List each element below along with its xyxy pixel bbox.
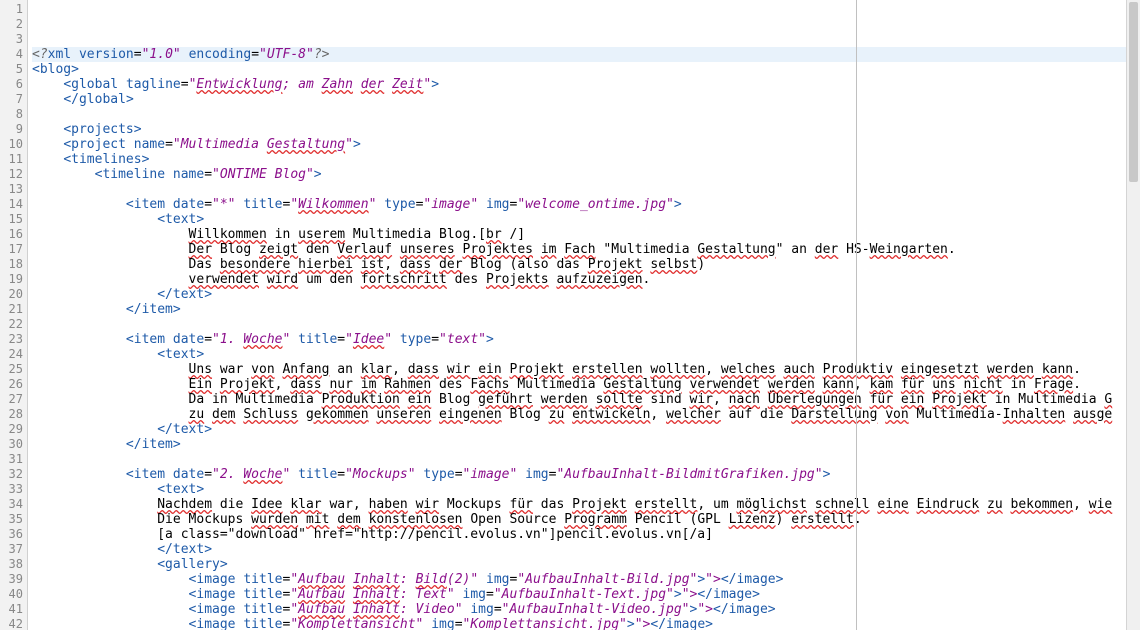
line-number: 28 [0, 407, 23, 422]
code-line[interactable] [32, 452, 1140, 467]
code-line[interactable]: <text> [32, 482, 1140, 497]
line-number: 7 [0, 92, 23, 107]
vertical-scrollbar[interactable] [1126, 0, 1140, 630]
line-number: 12 [0, 167, 23, 182]
code-line[interactable]: Willkommen in userem Multimedia Blog.[br… [32, 227, 1140, 242]
line-number: 38 [0, 557, 23, 572]
code-line[interactable]: Uns war von Anfang an klar, dass wir ein… [32, 362, 1140, 377]
scrollbar-thumb[interactable] [1129, 2, 1138, 182]
code-line[interactable]: Ein Projekt, dass nur im Rahmen des Fach… [32, 377, 1140, 392]
code-line[interactable]: <blog> [32, 62, 1140, 77]
code-line[interactable]: <item date="1. Woche" title="Idee" type=… [32, 332, 1140, 347]
code-line[interactable]: Die Mockups wurden mit dem konstenlosen … [32, 512, 1140, 527]
code-line[interactable]: <gallery> [32, 557, 1140, 572]
line-number: 39 [0, 572, 23, 587]
line-number: 3 [0, 32, 23, 47]
line-number: 1 [0, 2, 23, 17]
line-number: 19 [0, 272, 23, 287]
line-number: 26 [0, 377, 23, 392]
line-number: 20 [0, 287, 23, 302]
line-number: 21 [0, 302, 23, 317]
code-line[interactable]: <item date="2. Woche" title="Mockups" ty… [32, 467, 1140, 482]
code-line[interactable]: [a class="download" href="http://pencil.… [32, 527, 1140, 542]
code-line[interactable]: <?xml version="1.0" encoding="UTF-8"?> [32, 47, 1140, 62]
code-line[interactable]: <text> [32, 212, 1140, 227]
line-number: 33 [0, 482, 23, 497]
line-number: 5 [0, 62, 23, 77]
line-number: 11 [0, 152, 23, 167]
line-number: 37 [0, 542, 23, 557]
line-number: 34 [0, 497, 23, 512]
line-number: 30 [0, 437, 23, 452]
line-number: 4 [0, 47, 23, 62]
code-line[interactable]: Der Blog zeigt den Verlauf unseres Proje… [32, 242, 1140, 257]
code-line[interactable] [32, 182, 1140, 197]
code-line[interactable]: <image title="Aufbau Inhalt: Text" img="… [32, 587, 1140, 602]
code-line[interactable]: <text> [32, 347, 1140, 362]
code-line[interactable]: <projects> [32, 122, 1140, 137]
code-line[interactable]: Nachdem die Idee klar war, haben wir Moc… [32, 497, 1140, 512]
line-number: 25 [0, 362, 23, 377]
code-line[interactable]: Da in Multimedia Produktion ein Blog gef… [32, 392, 1140, 407]
line-number: 9 [0, 122, 23, 137]
code-editor[interactable]: 1234567891011121314151617181920212223242… [0, 0, 1140, 630]
code-line[interactable]: </item> [32, 437, 1140, 452]
code-line[interactable] [32, 107, 1140, 122]
code-line[interactable]: </text> [32, 422, 1140, 437]
code-line[interactable]: <timeline name="ONTIME Blog"> [32, 167, 1140, 182]
line-number: 17 [0, 242, 23, 257]
line-number: 18 [0, 257, 23, 272]
line-number: 40 [0, 587, 23, 602]
code-area[interactable]: <?xml version="1.0" encoding="UTF-8"?><b… [28, 0, 1140, 630]
code-line[interactable]: <image title="Aufbau Inhalt: Video" img=… [32, 602, 1140, 617]
code-line[interactable]: verwendet wird um den fortschritt des Pr… [32, 272, 1140, 287]
code-line[interactable]: <image title="Komplettansicht" img="Komp… [32, 617, 1140, 630]
line-number: 35 [0, 512, 23, 527]
code-line[interactable] [32, 317, 1140, 332]
code-line[interactable]: <timelines> [32, 152, 1140, 167]
line-number: 16 [0, 227, 23, 242]
line-number-gutter: 1234567891011121314151617181920212223242… [0, 0, 28, 630]
line-number: 14 [0, 197, 23, 212]
code-line[interactable]: </text> [32, 287, 1140, 302]
code-line[interactable]: </global> [32, 92, 1140, 107]
code-line[interactable]: </text> [32, 542, 1140, 557]
line-number: 22 [0, 317, 23, 332]
code-line[interactable]: <global tagline="Entwicklung; am Zahn de… [32, 77, 1140, 92]
code-line[interactable]: Das besondere hierbei ist, dass der Blog… [32, 257, 1140, 272]
line-number: 31 [0, 452, 23, 467]
line-number: 36 [0, 527, 23, 542]
line-number: 32 [0, 467, 23, 482]
line-number: 13 [0, 182, 23, 197]
line-number: 6 [0, 77, 23, 92]
code-line[interactable]: <image title="Aufbau Inhalt: Bild(2)" im… [32, 572, 1140, 587]
line-number: 2 [0, 17, 23, 32]
line-number: 10 [0, 137, 23, 152]
line-number: 41 [0, 602, 23, 617]
line-number: 8 [0, 107, 23, 122]
line-number: 27 [0, 392, 23, 407]
line-number: 23 [0, 332, 23, 347]
code-line[interactable]: zu dem Schluss gekommen unseren eingenen… [32, 407, 1140, 422]
line-number: 15 [0, 212, 23, 227]
line-number: 24 [0, 347, 23, 362]
print-margin [856, 0, 857, 630]
code-line[interactable]: <item date="*" title="Wilkommen" type="i… [32, 197, 1140, 212]
line-number: 29 [0, 422, 23, 437]
code-line[interactable]: <project name="Multimedia Gestaltung"> [32, 137, 1140, 152]
code-line[interactable]: </item> [32, 302, 1140, 317]
